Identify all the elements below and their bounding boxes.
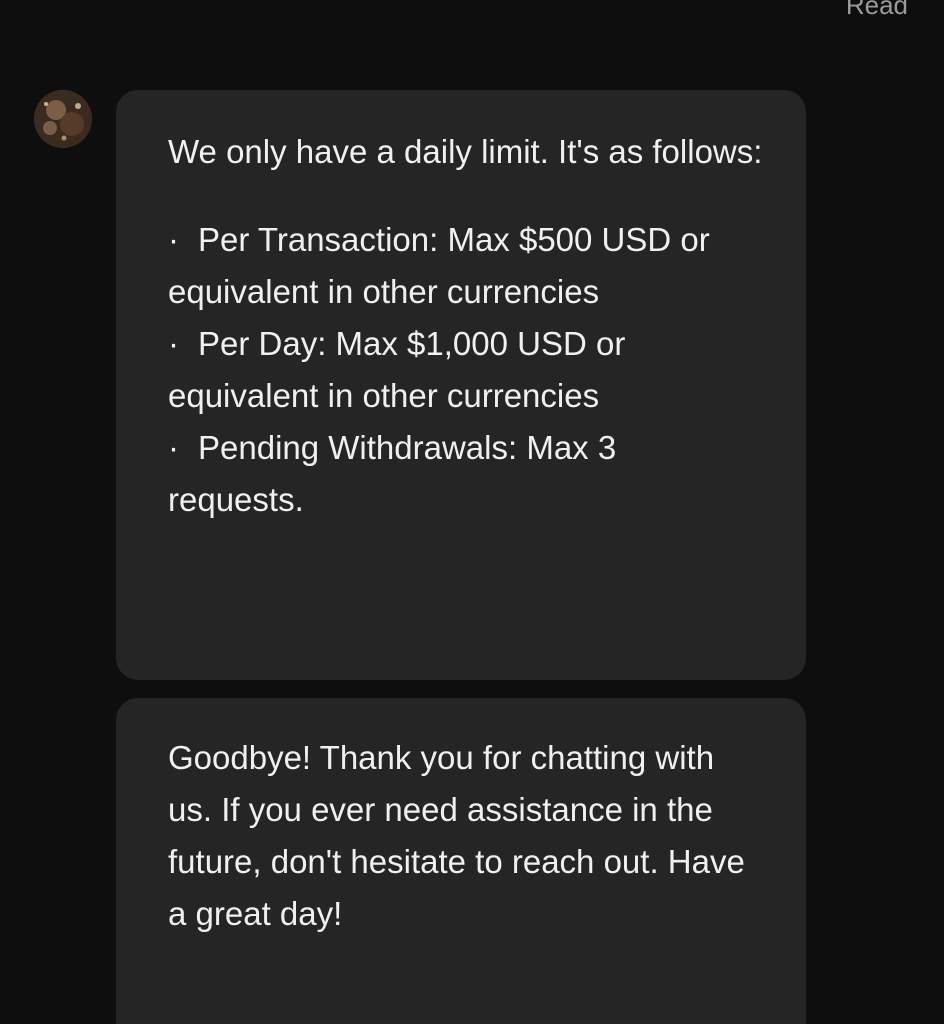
message-bubble: Goodbye! Thank you for chatting with us.…	[116, 698, 806, 1024]
list-item-text: Pending Withdrawals: Max 3 requests.	[168, 429, 617, 518]
message-text: We only have a daily limit. It's as foll…	[168, 133, 763, 170]
list-item-text: Per Day: Max $1,000 USD or equivalent in…	[168, 325, 626, 414]
bullet: ·	[168, 429, 179, 466]
message-text: Goodbye! Thank you for chatting with us.…	[168, 739, 745, 932]
bullet: ·	[168, 325, 179, 362]
bullet: ·	[168, 221, 179, 258]
list-item: · Pending Withdrawals: Max 3 requests.	[168, 422, 756, 526]
read-receipt: Read	[845, 0, 908, 20]
list-item: · Per Day: Max $1,000 USD or equivalent i…	[168, 318, 756, 422]
list-item: · Per Transaction: Max $500 USD or equiva…	[168, 214, 756, 318]
list-item-text: Per Transaction: Max $500 USD or equival…	[168, 221, 710, 310]
limits-list: · Per Transaction: Max $500 USD or equiva…	[168, 214, 756, 526]
avatar[interactable]	[34, 90, 92, 148]
message-bubble: We only have a daily limit. It's as foll…	[116, 90, 806, 680]
avatar-image-icon	[34, 90, 92, 148]
